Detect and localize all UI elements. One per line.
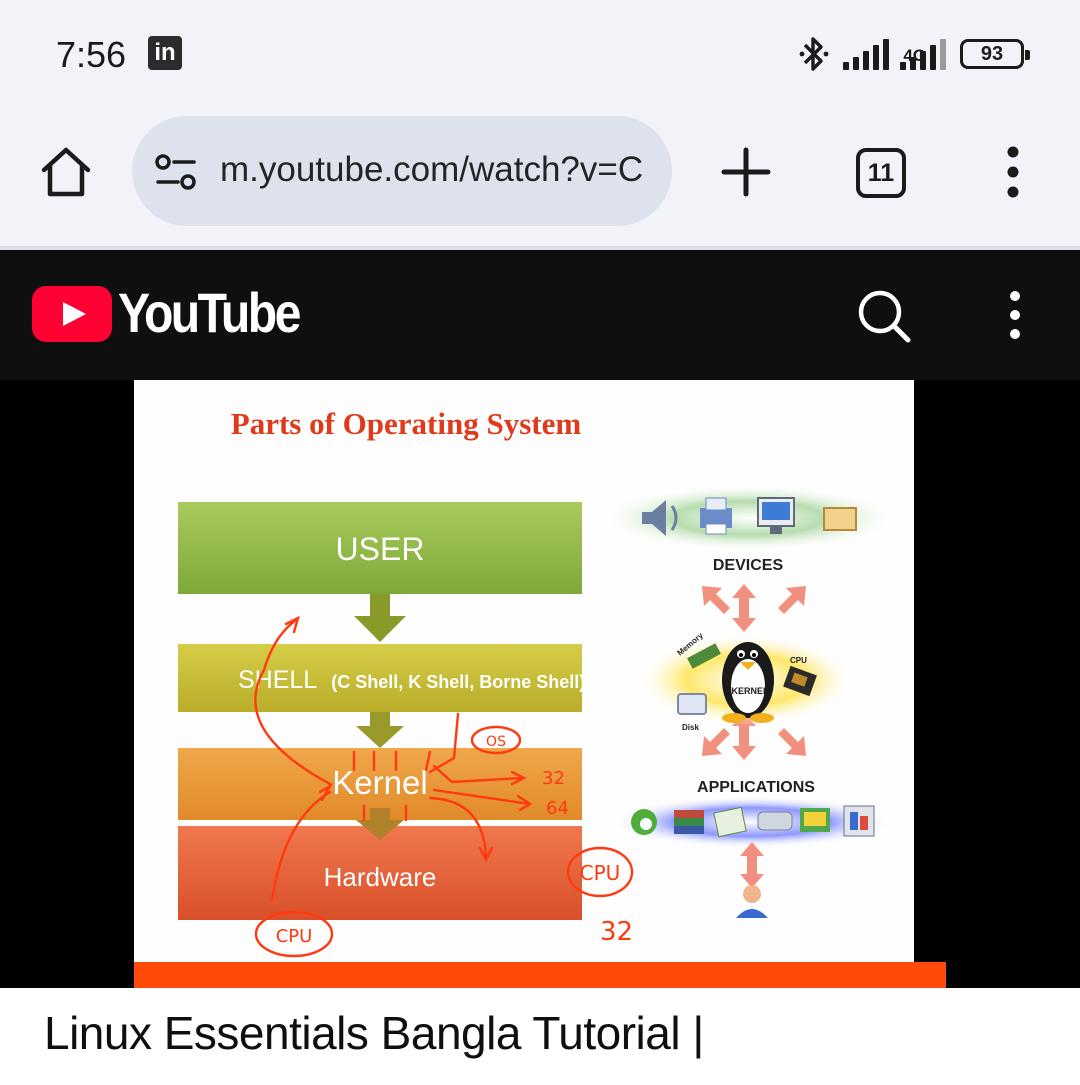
layer-shell-label: SHELL xyxy=(238,666,317,694)
arrow-user-shell xyxy=(354,594,406,642)
site-settings-icon[interactable] xyxy=(154,152,198,192)
slide-footer-bar xyxy=(134,962,946,988)
annotation-32-lower: 32 xyxy=(600,917,633,947)
more-options-icon[interactable] xyxy=(1000,290,1030,340)
bluetooth-icon xyxy=(799,37,829,71)
slide-diagram: Parts of Operating System USER SHELL (C … xyxy=(178,406,899,958)
card-icon xyxy=(823,507,857,531)
status-indicators: 4G 93 xyxy=(799,34,1030,74)
video-player[interactable]: Parts of Operating System USER SHELL (C … xyxy=(0,380,1080,988)
network-type-label: 4G xyxy=(903,46,926,65)
kernel-badge-label: KERNEL xyxy=(731,686,769,696)
youtube-logo-icon[interactable] xyxy=(32,286,112,342)
tab-switcher-button[interactable]: 11 xyxy=(856,148,906,198)
mobile-data-icon: 4G xyxy=(900,38,946,70)
url-text[interactable]: m.youtube.com/watch?v=C xyxy=(220,150,652,190)
shell-types-note: (C Shell, K Shell, Borne Shell) xyxy=(331,672,585,692)
youtube-header: YouTube xyxy=(0,250,1080,380)
video-title[interactable]: Linux Essentials Bangla Tutorial | xyxy=(44,1006,1054,1060)
status-bar: 7:56 in 4G 93 xyxy=(0,0,1080,110)
linkedin-notification-icon: in xyxy=(148,36,182,70)
cpu-label: CPU xyxy=(790,656,807,665)
applications-label: APPLICATIONS xyxy=(697,779,815,796)
layer-kernel-label: Kernel xyxy=(332,764,427,801)
annotation-64: 64 xyxy=(546,798,569,819)
video-frame-slide: Parts of Operating System USER SHELL (C … xyxy=(134,380,946,988)
slide-title: Parts of Operating System xyxy=(231,406,582,441)
youtube-wordmark[interactable]: YouTube xyxy=(118,280,301,345)
status-time: 7:56 xyxy=(56,34,127,75)
disk-label: Disk xyxy=(682,723,699,732)
signal-strength-icon xyxy=(843,38,890,70)
browser-toolbar: m.youtube.com/watch?v=C 11 xyxy=(0,110,1080,248)
search-icon[interactable] xyxy=(856,288,912,344)
user-person-icon xyxy=(736,885,768,918)
home-icon[interactable] xyxy=(38,144,94,200)
arrow-shell-kernel xyxy=(356,712,404,748)
new-tab-icon[interactable] xyxy=(718,144,774,200)
annotation-cpu-left: CPU xyxy=(276,926,313,947)
annotation-cpu-right: CPU xyxy=(580,861,621,885)
battery-indicator: 93 xyxy=(960,39,1030,69)
layer-user-label: USER xyxy=(336,531,425,567)
layer-hardware-label: Hardware xyxy=(324,862,437,892)
disk-icon xyxy=(677,693,707,715)
annotation-os: OS xyxy=(486,734,506,750)
devices-label: DEVICES xyxy=(713,557,784,574)
applications-user-arrow xyxy=(740,842,764,888)
slide-edge-bar xyxy=(914,380,946,962)
annotation-32: 32 xyxy=(542,768,565,789)
browser-menu-icon[interactable] xyxy=(998,146,1028,198)
address-bar[interactable]: m.youtube.com/watch?v=C xyxy=(132,116,672,226)
